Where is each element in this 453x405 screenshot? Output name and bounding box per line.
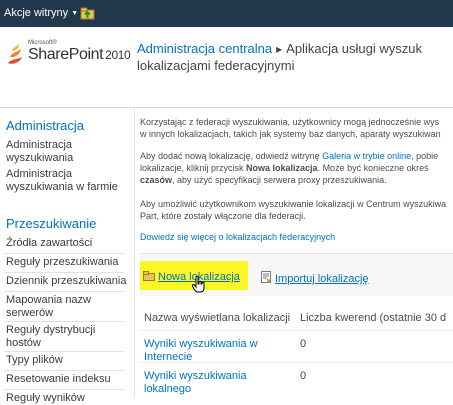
sidebar-item-crawl-log[interactable]: Dziennik przeszukiwania	[6, 275, 126, 288]
divider	[4, 351, 124, 352]
chevron-down-icon: ▼	[71, 10, 79, 17]
search-center-paragraph: Aby umożliwić użytkownikom wyszukiwanie …	[140, 198, 446, 222]
navigate-up-icon[interactable]	[80, 5, 95, 20]
sidebar-item-file-types[interactable]: Typy plików	[6, 354, 63, 367]
new-location-bold: Nowa lokalizacja	[246, 163, 318, 173]
breadcrumb-current: Aplikacja usługi wyszuk	[286, 41, 422, 56]
divider	[4, 370, 124, 371]
location-link[interactable]: Wyniki wyszukiwania lokalnego	[144, 370, 247, 395]
import-location-button[interactable]: Importuj lokalizację	[261, 271, 369, 285]
import-location-icon	[261, 271, 271, 283]
text: Wyniki wyszukiwania w	[144, 338, 258, 350]
intro-line-2: w innych lokalizacjach, takich jak syste…	[140, 129, 441, 139]
table-row-count: 0	[300, 370, 307, 382]
breadcrumb-separator-icon: ▸	[276, 42, 283, 56]
column-header-display-name[interactable]: Nazwa wyświetlana lokalizacji	[144, 312, 290, 324]
sidebar-item-crawl-rules[interactable]: Reguły przeszukiwania	[6, 256, 119, 269]
online-gallery-link[interactable]: Galeria w trybie online	[322, 151, 411, 161]
sharepoint-logo-icon	[8, 44, 22, 64]
header-divider	[140, 330, 453, 331]
divider	[4, 253, 124, 254]
learn-more-link[interactable]: Dowiedz się więcej o lokalizacjach feder…	[140, 232, 335, 242]
version-text: 2010	[105, 48, 131, 62]
add-location-paragraph: Aby dodać nową lokalizację, odwiedź witr…	[140, 150, 438, 186]
page-title: lokalizacjami federacyjnymi	[137, 58, 295, 73]
divider	[4, 389, 124, 390]
row-divider	[140, 362, 453, 363]
intro-line-1: Korzystając z federacji wyszukiwania, uż…	[140, 117, 440, 127]
add-location-line-3: czasów, aby użyć specyfikacji serwera pr…	[140, 174, 438, 186]
sidebar-item-label: Administracja wyszukiwania w farmie	[6, 168, 118, 193]
table-row-name[interactable]: Wyniki wyszukiwania lokalnego	[144, 370, 247, 396]
text: Wyniki wyszukiwania	[144, 370, 247, 382]
hand-cursor-icon	[192, 276, 205, 293]
text: , pobie	[411, 151, 439, 161]
search-center-line-1: Aby umożliwić użytkownikom wyszukiwanie …	[140, 199, 447, 209]
import-location-label: Importuj lokalizację	[275, 273, 369, 285]
sidebar-item-label: Mapowania nazw serwerów	[6, 294, 91, 319]
column-header-query-count[interactable]: Liczba kwerend (ostatnie 30 d	[300, 312, 446, 324]
sidebar-item-server-name-mappings[interactable]: Mapowania nazw serwerów	[6, 294, 106, 320]
location-link[interactable]: Wyniki wyszukiwania w Internecie	[144, 338, 258, 363]
divider	[4, 321, 124, 322]
table-row-name[interactable]: Wyniki wyszukiwania w Internecie	[144, 338, 258, 364]
sharepoint-label: SharePoint 2010	[28, 46, 131, 64]
top-ribbon: Akcje witryny ▼	[0, 0, 453, 27]
sidebar-item-label: Administracja wyszukiwania	[6, 139, 74, 164]
sidebar-item-index-reset[interactable]: Resetowanie indeksu	[6, 373, 111, 386]
sidebar-item-result-rules[interactable]: Reguły wyników	[6, 392, 85, 405]
sidebar-item-search-administration[interactable]: Administracja wyszukiwania	[6, 139, 96, 165]
intro-paragraph: Korzystając z federacji wyszukiwania, uż…	[140, 116, 441, 140]
sidebar-heading-administration[interactable]: Administracja	[6, 118, 84, 133]
divider	[4, 272, 124, 273]
brand-text: SharePoint	[28, 46, 104, 63]
sharepoint-logo: Microsoft® SharePoint 2010	[6, 40, 138, 76]
main-content: Korzystając z federacji wyszukiwania, uż…	[140, 108, 453, 398]
quick-launch: Administracja Administracja wyszukiwania…	[0, 108, 130, 404]
sidebar-item-farm-search-administration[interactable]: Administracja wyszukiwania w farmie	[6, 168, 124, 194]
sidebar-item-label: Reguły dystrybucji hostów	[6, 324, 96, 349]
timeouts-bold: czasów	[140, 175, 173, 185]
text: . Może być konieczne okreś	[317, 163, 429, 173]
add-location-line-1: Aby dodać nową lokalizację, odwiedź witr…	[140, 150, 438, 162]
breadcrumb-central-admin-link[interactable]: Administracja centralna	[137, 41, 272, 56]
divider	[4, 291, 124, 292]
add-location-line-2: lokalizacje, kliknij przycisk Nowa lokal…	[140, 162, 438, 174]
text: , aby użyć specyfikacji serwera proxy pr…	[172, 175, 387, 185]
sidebar-item-content-sources[interactable]: Źródła zawartości	[6, 237, 92, 250]
sidebar-border	[134, 108, 135, 398]
table-row-count: 0	[300, 338, 307, 350]
text: lokalizacje, kliknij przycisk	[140, 163, 247, 173]
text: lokalnego	[144, 383, 192, 395]
sidebar-item-host-distribution-rules[interactable]: Reguły dystrybucji hostów	[6, 324, 116, 350]
text: Aby dodać nową lokalizację, odwiedź witr…	[140, 151, 323, 161]
search-center-line-2: Part, które zostały włączone dla federac…	[140, 211, 306, 221]
site-actions-label: Akcje witryny	[4, 7, 69, 19]
breadcrumb: Administracja centralna ▸ Aplikacja usługi…	[137, 41, 422, 56]
new-location-icon	[143, 271, 155, 281]
site-actions-menu[interactable]: Akcje witryny ▼	[4, 7, 78, 19]
learn-more-paragraph: Dowiedz się więcej o lokalizacjach feder…	[140, 231, 335, 243]
sidebar-heading-crawling[interactable]: Przeszukiwanie	[6, 216, 96, 231]
